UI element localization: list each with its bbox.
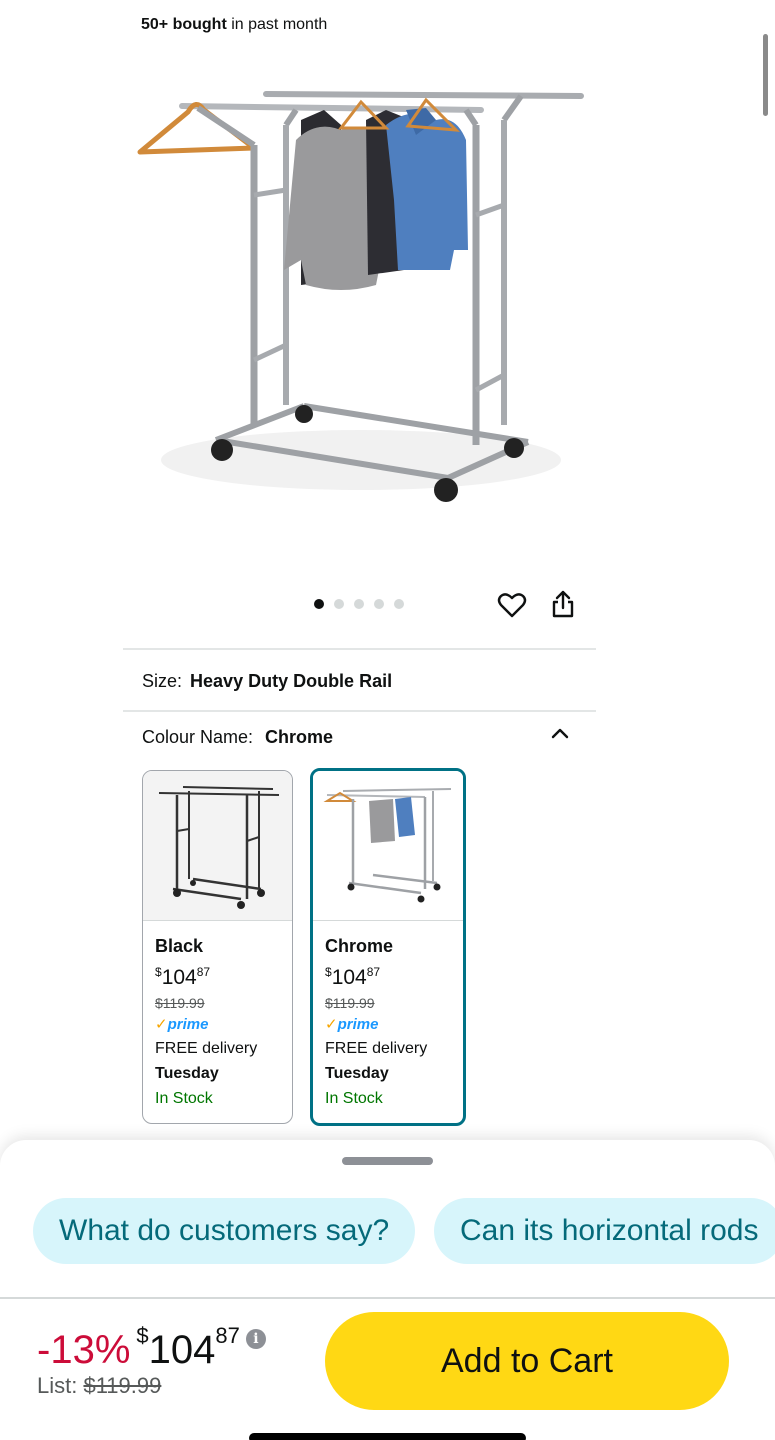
swatch-image: [313, 771, 463, 921]
option-stock: In Stock: [155, 1090, 213, 1107]
discount-percent: -13%: [37, 1328, 131, 1372]
pager-dot[interactable]: [314, 599, 324, 609]
add-to-cart-button[interactable]: Add to Cart: [325, 1312, 729, 1410]
colour-label: Colour Name:: [142, 727, 254, 747]
colour-selector-header[interactable]: Colour Name: Chrome: [142, 727, 333, 748]
prime-badge: ✓prime: [155, 1016, 209, 1033]
option-delivery: FREE delivery: [155, 1040, 258, 1057]
question-chip[interactable]: Can its horizontal rods: [434, 1198, 775, 1264]
option-delivery: FREE delivery: [325, 1040, 428, 1057]
chevron-up-icon[interactable]: [548, 722, 572, 744]
option-list-price: $119.99: [155, 995, 205, 1011]
prime-badge: ✓prime: [325, 1016, 379, 1033]
option-delivery-day: Tuesday: [325, 1065, 389, 1082]
bought-in-past-month: 50+ bought in past month: [141, 16, 328, 33]
option-list-price: $119.99: [325, 995, 375, 1011]
sheet-drag-handle[interactable]: [342, 1157, 433, 1165]
prime-check-icon: ✓: [325, 1016, 338, 1033]
size-selector[interactable]: Size: Heavy Duty Double Rail: [142, 671, 392, 692]
option-price: $10487: [155, 965, 211, 989]
pager-dot[interactable]: [394, 599, 404, 609]
divider: [123, 648, 596, 650]
colour-value: Chrome: [265, 727, 334, 747]
option-name: Black: [155, 936, 204, 956]
option-name: Chrome: [325, 936, 394, 956]
question-chip[interactable]: What do customers say?: [33, 1198, 416, 1264]
pager-dot[interactable]: [354, 599, 364, 609]
image-pager[interactable]: [314, 599, 404, 609]
price-fraction: 87: [215, 1323, 240, 1348]
option-price: $10487: [325, 965, 381, 989]
colour-option-black[interactable]: Black $10487 $119.99 ✓prime FREE deliver…: [142, 770, 293, 1124]
divider: [0, 1297, 775, 1299]
size-value: Heavy Duty Double Rail: [190, 671, 393, 691]
pager-dot[interactable]: [374, 599, 384, 609]
product-main-image[interactable]: [136, 80, 584, 522]
home-indicator[interactable]: [249, 1433, 526, 1440]
swatch-image: [143, 771, 292, 921]
info-icon[interactable]: i: [245, 1329, 266, 1349]
list-price: List: $119.99: [37, 1373, 162, 1398]
colour-option-chrome[interactable]: Chrome $10487 $119.99 ✓prime FREE delive…: [310, 768, 466, 1126]
pager-dot[interactable]: [334, 599, 344, 609]
price-currency: $: [136, 1323, 149, 1348]
option-delivery-day: Tuesday: [155, 1065, 219, 1082]
option-stock: In Stock: [325, 1090, 383, 1107]
divider: [123, 710, 596, 712]
bottom-sheet: What do customers say? Can its horizonta…: [0, 1140, 775, 1440]
heart-icon[interactable]: [497, 590, 527, 620]
page-scrollbar[interactable]: [763, 34, 768, 116]
price-whole: 104: [148, 1328, 216, 1372]
prime-check-icon: ✓: [155, 1016, 168, 1033]
share-icon[interactable]: [550, 589, 576, 619]
size-label: Size:: [142, 671, 183, 691]
deal-price: -13% $10487 i: [37, 1323, 266, 1373]
